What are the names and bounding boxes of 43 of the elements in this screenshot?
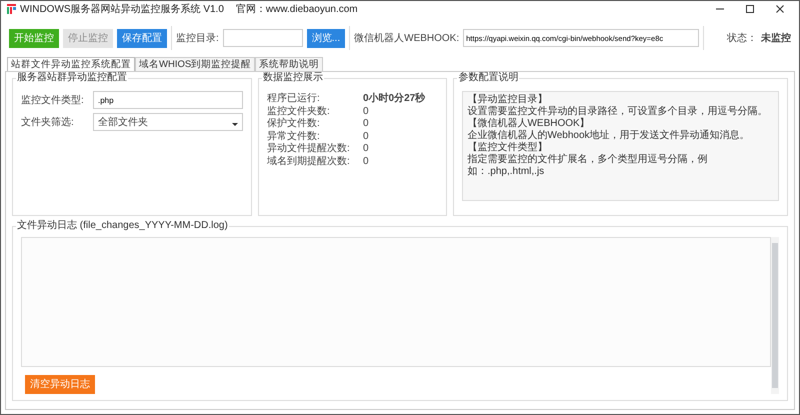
group-title: 参数配置说明 bbox=[457, 72, 520, 84]
monitor-dir-field[interactable] bbox=[222, 29, 303, 47]
stat-value: 0 bbox=[363, 142, 369, 154]
file-type-field[interactable]: .php bbox=[93, 91, 243, 109]
group-title: 数据监控展示 bbox=[262, 72, 324, 84]
group-title: 文件异动日志 (file_changes_YYYY-MM-DD.log) bbox=[16, 220, 229, 232]
stat-label: 异常文件数: bbox=[267, 130, 321, 141]
stat-label: 程序已运行: bbox=[267, 92, 321, 104]
help-text-line: 【微信机器人WEBHOOK】 bbox=[467, 118, 591, 130]
stat-label: 异动文件提醒次数: bbox=[267, 142, 351, 154]
help-text-line: 指定需要监控的文件扩展名，多个类型用逗号分隔，例如：.php,.html,.js bbox=[467, 154, 708, 178]
group-title: 服务器站群异动监控配置 bbox=[16, 72, 128, 84]
vertical-scrollbar[interactable] bbox=[771, 237, 779, 394]
folder-filter-dropdown[interactable]: 全部文件夹 bbox=[93, 113, 243, 131]
help-text-line: 【异动监控目录】 bbox=[467, 94, 548, 106]
browse-button[interactable]: 浏览... bbox=[306, 28, 346, 48]
window-title: WINDOWS服务器网站异动监控服务系统 V1.0 bbox=[20, 2, 224, 16]
dropdown-caret-icon bbox=[232, 122, 238, 126]
stat-label: 监控文件夹数: bbox=[267, 104, 331, 116]
stat-value: 0 bbox=[363, 104, 369, 116]
stat-value: 0 bbox=[363, 117, 369, 128]
toolbar-button[interactable]: 保存配置 bbox=[117, 28, 167, 48]
stat-label: 域名到期提醒次数: bbox=[267, 154, 351, 166]
app-logo-icon bbox=[7, 4, 16, 14]
help-text-line: 企业微信机器人的Webhook地址，用于发送文件异动通知消息。 bbox=[467, 130, 751, 142]
tab[interactable]: 站群文件异动监控系统配置 bbox=[7, 57, 135, 71]
stat-value: 0 bbox=[363, 154, 369, 166]
status-value: 未监控 bbox=[761, 32, 791, 46]
close-icon[interactable] bbox=[775, 4, 785, 14]
help-text-line: 【监控文件类型】 bbox=[467, 142, 548, 154]
stat-value: 0小时0分27秒 bbox=[363, 92, 426, 104]
status-label: 状态： bbox=[727, 32, 757, 46]
stat-label: 保护文件数: bbox=[267, 116, 321, 128]
tab[interactable]: 域名WHIOS到期监控提醒 bbox=[135, 57, 256, 71]
maximize-icon[interactable] bbox=[745, 4, 755, 14]
tab[interactable]: 系统帮助说明 bbox=[255, 57, 324, 71]
webhook-label: 微信机器人WEBHOOK: bbox=[354, 32, 460, 46]
help-text-line: 设置需要监控文件异动的目录路径，可设置多个目录，用逗号分隔。 bbox=[467, 106, 768, 118]
monitor-dir-label: 监控目录: bbox=[176, 32, 219, 46]
website-text: 官网：www.diebaoyun.com bbox=[236, 2, 358, 16]
field-label: 文件夹筛选: bbox=[21, 116, 75, 130]
stat-value: 0 bbox=[363, 130, 369, 141]
field-label: 监控文件类型: bbox=[21, 94, 85, 108]
